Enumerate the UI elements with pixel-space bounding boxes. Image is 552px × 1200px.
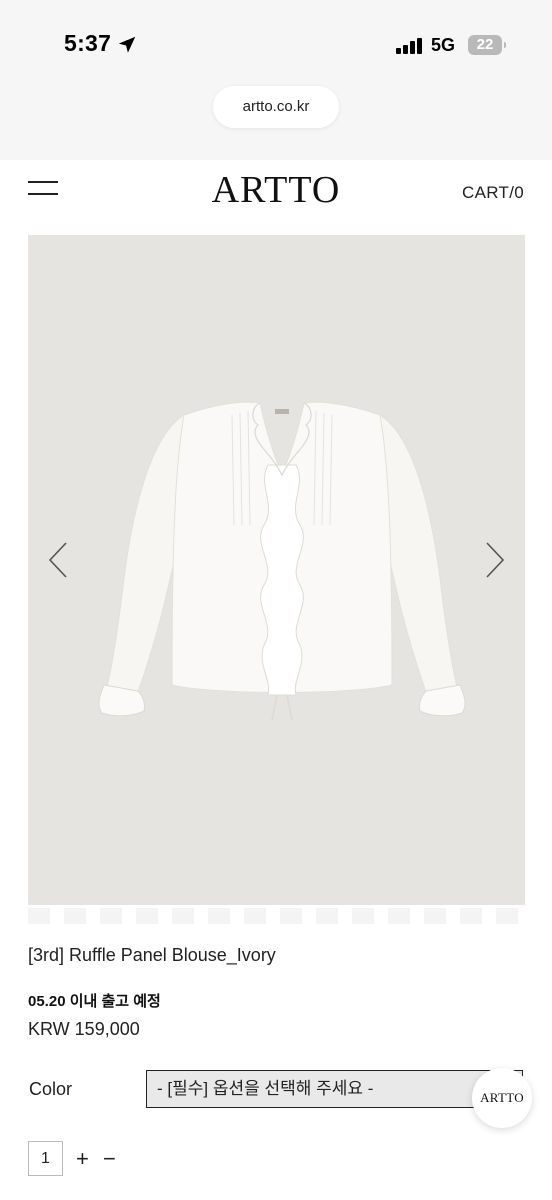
floating-artto-button[interactable]: ARTTO <box>472 1068 532 1128</box>
cart-link[interactable]: CART/0 <box>462 183 524 203</box>
product-image-carousel[interactable] <box>28 235 525 905</box>
chevron-right-icon[interactable] <box>483 540 507 580</box>
product-name: [3rd] Ruffle Panel Blouse_Ivory <box>28 945 276 965</box>
url-text: artto.co.kr <box>242 98 310 115</box>
logo-text[interactable]: ARTTO <box>212 169 341 211</box>
chevron-left-icon[interactable] <box>46 540 70 580</box>
product-price: KRW 159,000 <box>28 1019 140 1039</box>
shipping-note: 05.20 이내 출고 예정 <box>28 993 161 1010</box>
quantity-input[interactable]: 1 <box>28 1141 63 1176</box>
browser-chrome: 5:37 5G 22 artto.co.kr <box>0 0 552 160</box>
color-option-label: Color <box>29 1079 73 1099</box>
address-bar[interactable]: artto.co.kr <box>213 86 339 128</box>
cellular-signal-icon <box>396 38 422 54</box>
status-time: 5:37 <box>64 30 112 56</box>
quantity-decrease-button[interactable]: − <box>103 1146 116 1172</box>
quantity-increase-button[interactable]: + <box>76 1146 89 1172</box>
color-option-select[interactable]: - [필수] 옵션을 선택해 주세요 - <box>146 1070 523 1108</box>
network-type: 5G <box>431 35 456 55</box>
product-photo <box>98 401 466 721</box>
location-arrow-icon <box>118 36 136 53</box>
battery-icon: 22 <box>468 35 506 55</box>
battery-level: 22 <box>476 36 494 53</box>
hamburger-menu-icon[interactable] <box>28 178 58 198</box>
carousel-thumbnail-strip[interactable] <box>28 908 525 924</box>
